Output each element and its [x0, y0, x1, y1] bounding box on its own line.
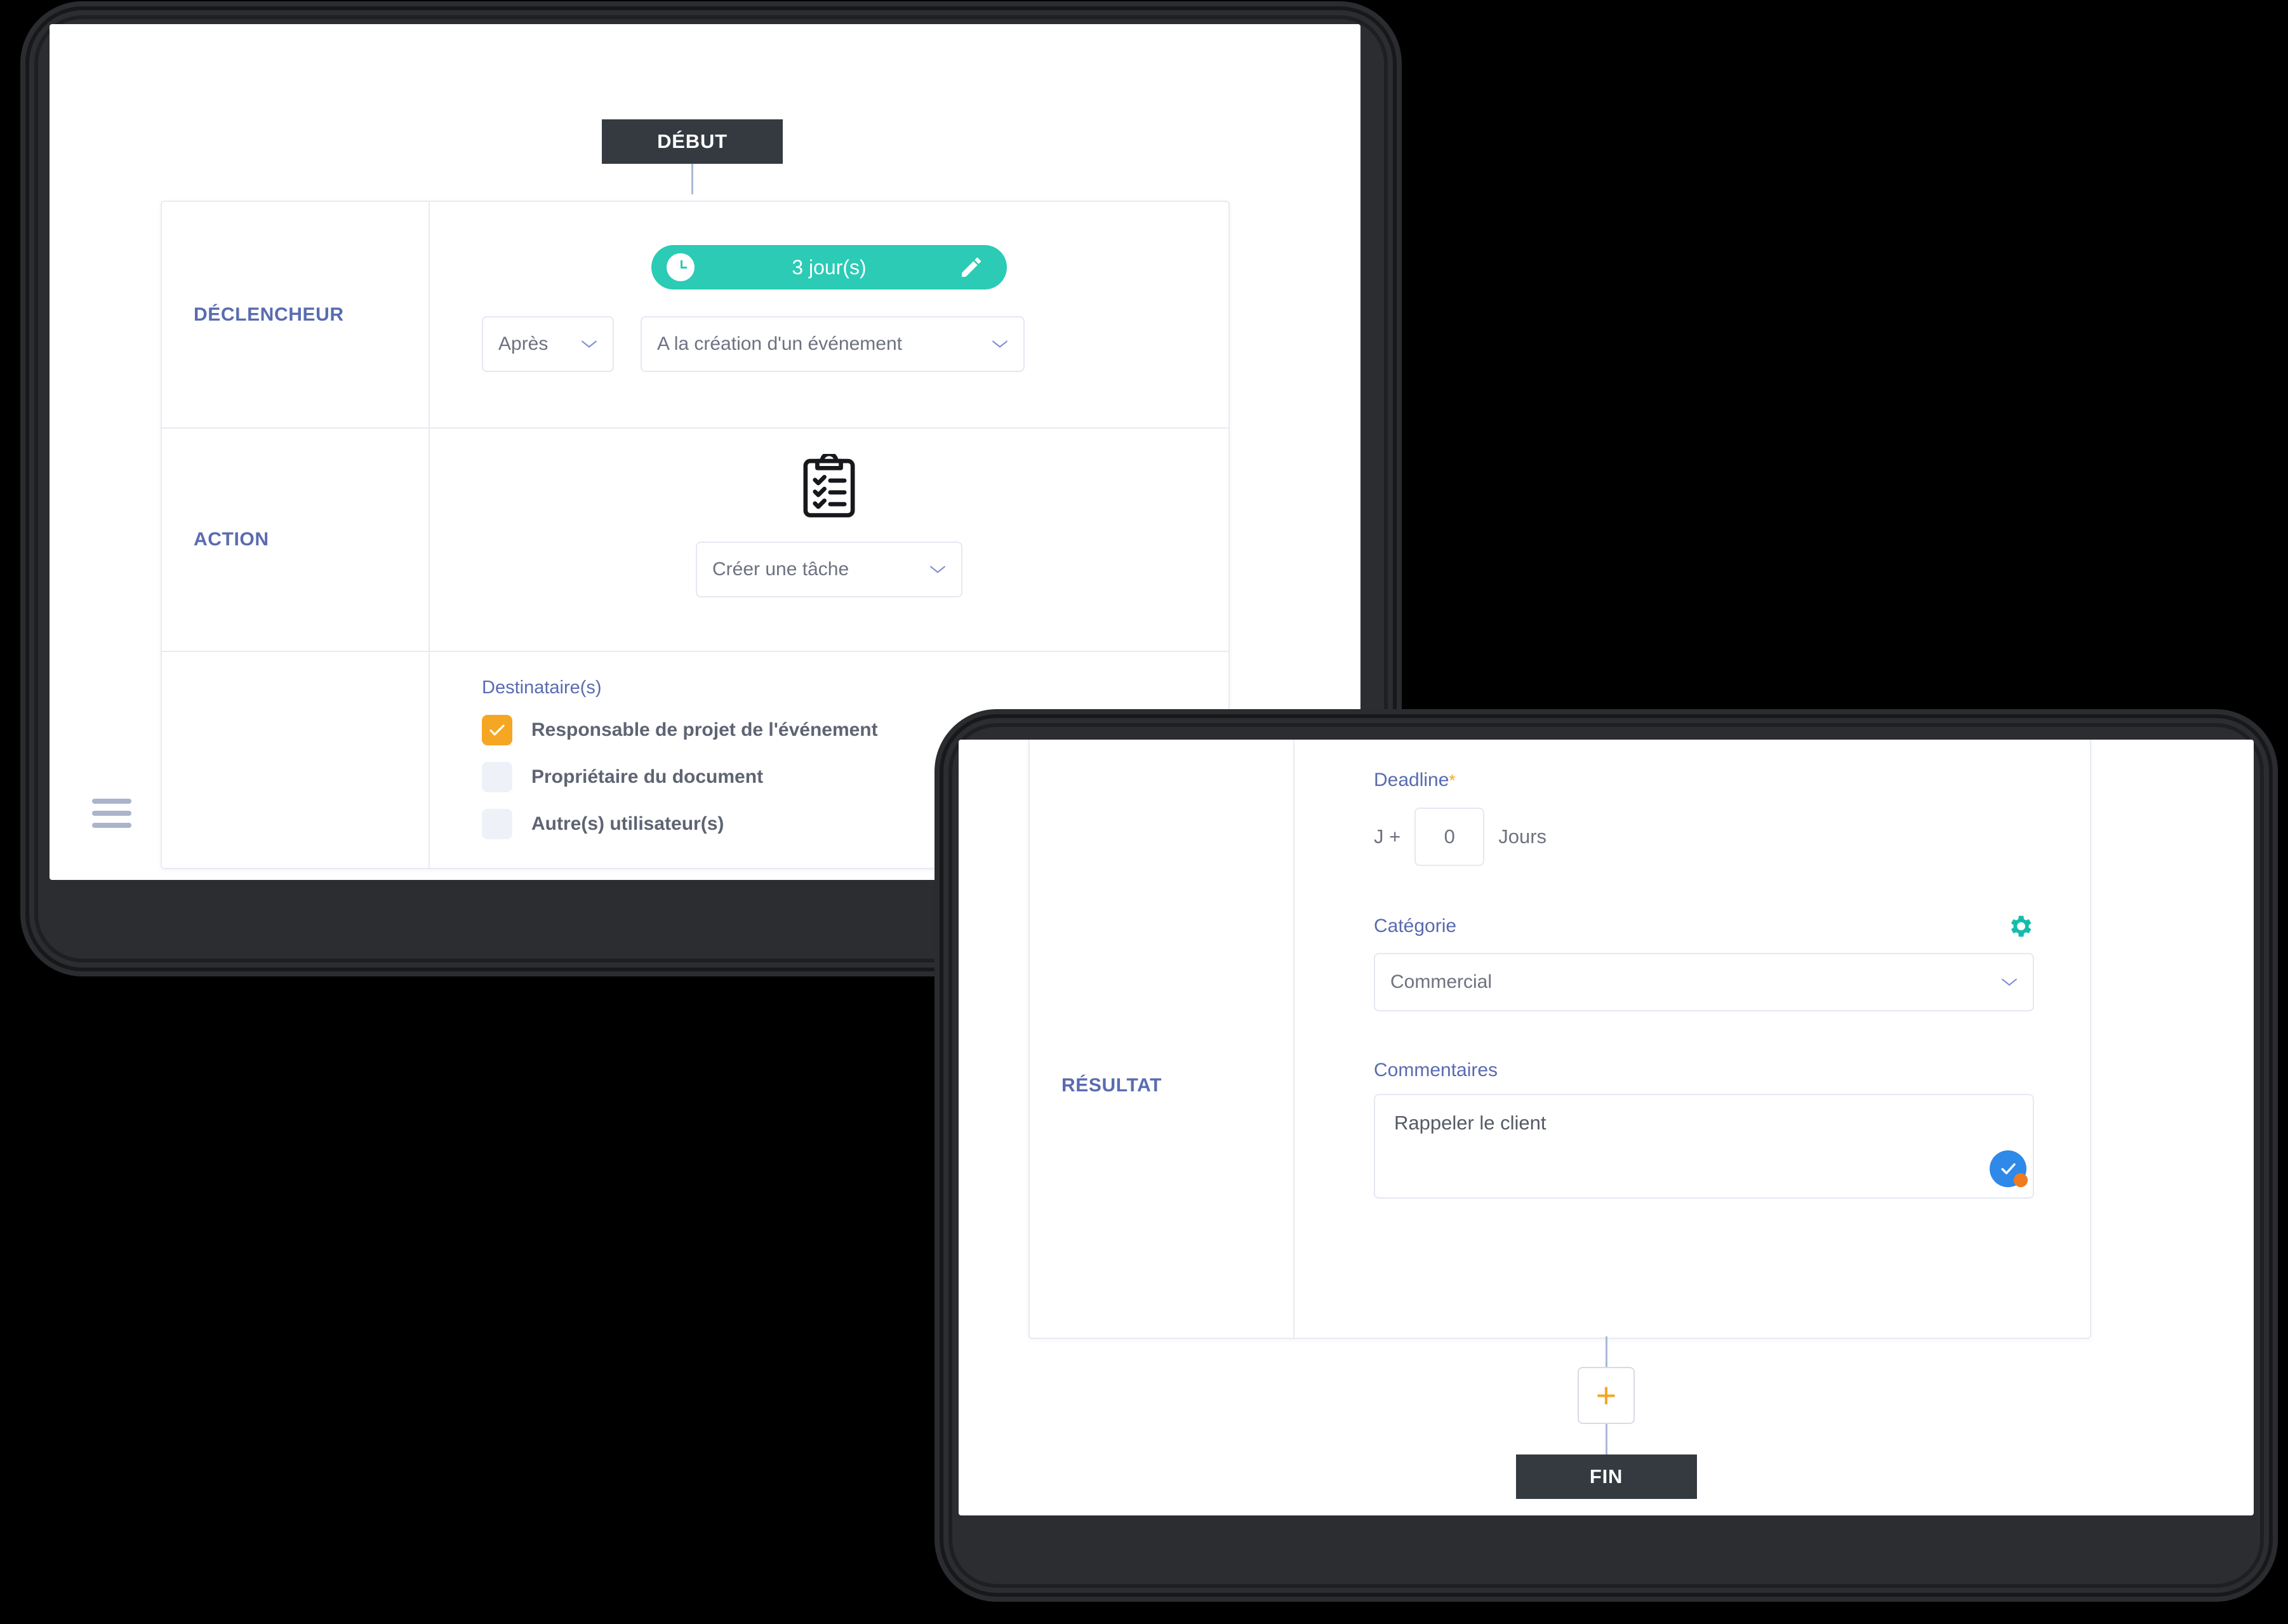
trigger-row-label-cell: DÉCLENCHEUR	[162, 202, 429, 427]
category-field: Catégorie Commercial	[1374, 912, 2034, 1011]
result-row-body: Deadline* J + 0 Jours Catégorie Commerci…	[1293, 740, 2090, 1338]
deadline-days-input[interactable]: 0	[1414, 808, 1485, 866]
pencil-icon[interactable]	[959, 255, 984, 280]
start-node[interactable]: DÉBUT	[602, 119, 783, 164]
clipboard-checklist-icon	[803, 451, 855, 517]
required-asterisk: *	[1449, 771, 1456, 790]
trigger-event-value: A la création d'un événement	[657, 333, 902, 354]
action-type-select[interactable]: Créer une tâche	[696, 542, 962, 597]
recipient-checkbox-row[interactable]: Propriétaire du document	[482, 762, 878, 792]
connector-line	[1605, 1336, 1607, 1367]
comments-value: Rappeler le client	[1394, 1112, 1546, 1134]
flow-bottom: + FIN	[959, 1336, 2254, 1499]
trigger-event-select[interactable]: A la création d'un événement	[641, 316, 1025, 372]
chevron-down-icon	[2002, 978, 2017, 986]
recipients-row-label-cell	[162, 652, 429, 868]
add-step-button[interactable]: +	[1578, 1367, 1635, 1424]
deadline-label: Deadline	[1374, 769, 1449, 790]
chevron-down-icon	[930, 566, 945, 573]
action-row-body: Créer une tâche	[429, 429, 1228, 651]
hamburger-icon[interactable]	[92, 799, 131, 828]
checkbox-unchecked-icon[interactable]	[482, 809, 512, 839]
trigger-row: DÉCLENCHEUR 3 jour(s) Après A la créatio…	[162, 202, 1228, 429]
trigger-when-select[interactable]: Après	[482, 316, 614, 372]
gear-icon[interactable]	[2006, 912, 2034, 940]
chevron-down-icon	[582, 340, 597, 348]
deadline-field: Deadline* J + 0 Jours	[1374, 769, 1546, 866]
deadline-suffix: Jours	[1498, 825, 1547, 848]
trigger-row-body: 3 jour(s) Après A la création d'un événe…	[429, 202, 1228, 427]
result-row-label-cell: RÉSULTAT	[1030, 740, 1293, 1338]
deadline-prefix: J +	[1374, 825, 1401, 848]
workflow-card-front: RÉSULTAT Deadline* J + 0 Jours Catégorie…	[1028, 740, 2091, 1339]
action-type-value: Créer une tâche	[712, 559, 849, 580]
recipients-title: Destinataire(s)	[482, 677, 602, 698]
action-label: ACTION	[194, 529, 269, 550]
result-label: RÉSULTAT	[1061, 1075, 1162, 1096]
connector-line	[691, 164, 693, 194]
check-circle-icon[interactable]	[1990, 1150, 2028, 1187]
comments-textarea[interactable]: Rappeler le client	[1374, 1094, 2034, 1199]
workflow-screen-front: RÉSULTAT Deadline* J + 0 Jours Catégorie…	[959, 740, 2254, 1515]
recipient-label: Autre(s) utilisateur(s)	[531, 813, 724, 834]
category-label: Catégorie	[1374, 915, 1457, 936]
connector-line	[1605, 1424, 1607, 1454]
action-row-label-cell: ACTION	[162, 429, 429, 651]
deadline-label-wrapper: Deadline*	[1374, 769, 1546, 791]
recipient-label: Responsable de projet de l'événement	[531, 719, 878, 740]
category-select[interactable]: Commercial	[1374, 953, 2034, 1011]
trigger-when-value: Après	[498, 333, 549, 354]
category-value: Commercial	[1390, 971, 1493, 992]
start-node-wrapper: DÉBUT	[602, 119, 783, 194]
checkbox-unchecked-icon[interactable]	[482, 762, 512, 792]
comments-field: Commentaires Rappeler le client	[1374, 1060, 2034, 1199]
recipient-checkbox-row[interactable]: Responsable de projet de l'événement	[482, 715, 878, 745]
recipient-label: Propriétaire du document	[531, 766, 764, 787]
comments-label: Commentaires	[1374, 1060, 1498, 1081]
action-row: ACTION Créer une tâche	[162, 429, 1228, 652]
chevron-down-icon	[992, 340, 1008, 348]
end-node[interactable]: FIN	[1515, 1454, 1697, 1499]
delay-pill-text: 3 jour(s)	[792, 255, 867, 279]
checkbox-checked-icon[interactable]	[482, 715, 512, 745]
clock-icon	[667, 253, 695, 281]
delay-pill[interactable]: 3 jour(s)	[651, 245, 1007, 290]
recipients-group: Destinataire(s) Responsable de projet de…	[482, 677, 878, 839]
trigger-label: DÉCLENCHEUR	[194, 303, 344, 325]
result-row: RÉSULTAT Deadline* J + 0 Jours Catégorie…	[1030, 740, 2090, 1338]
recipient-checkbox-row[interactable]: Autre(s) utilisateur(s)	[482, 809, 878, 839]
